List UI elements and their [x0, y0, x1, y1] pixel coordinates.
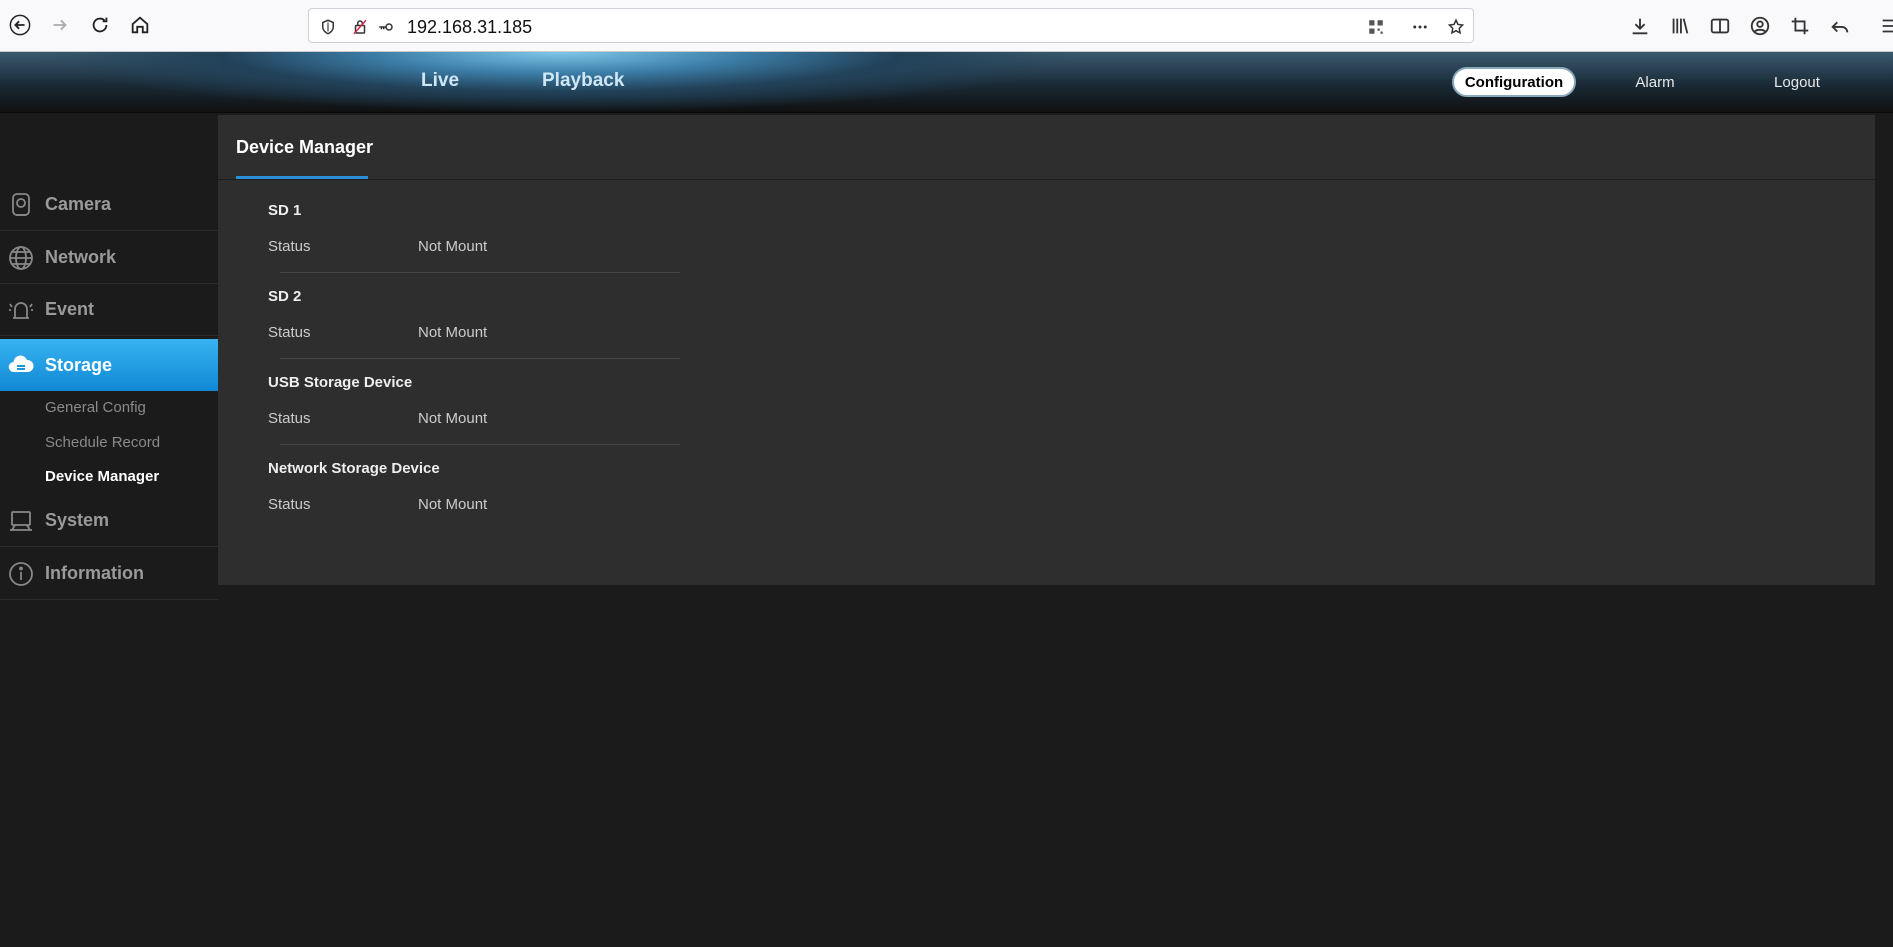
sidebar-item-label: Network	[45, 247, 117, 267]
sidebar-item-storage[interactable]: Storage	[0, 339, 238, 391]
home-button[interactable]	[124, 9, 156, 41]
sidebar: Camera Network Event Storage General Con…	[0, 113, 238, 947]
section-title-network-storage: Network Storage Device	[268, 460, 440, 477]
back-button[interactable]	[4, 9, 36, 41]
network-globe-icon	[6, 243, 36, 273]
tab-live[interactable]: Live	[421, 70, 459, 92]
sidebar-item-label: Event	[45, 299, 95, 319]
sidebar-icon	[1710, 18, 1730, 34]
reload-icon	[92, 17, 108, 33]
tab-playback[interactable]: Playback	[542, 70, 624, 92]
status-value: Not Mount	[418, 410, 488, 427]
sidebar-subitem-general-config[interactable]: General Config	[45, 399, 146, 416]
sidebar-item-network[interactable]: Network	[0, 232, 218, 284]
storage-cloud-icon	[6, 350, 36, 380]
monitor-icon	[6, 506, 36, 536]
sidebar-item-label: Camera	[45, 194, 112, 214]
tab-alarm[interactable]: Alarm	[1620, 67, 1690, 97]
forward-button[interactable]	[44, 9, 76, 41]
sidebar-item-information[interactable]: Information	[0, 548, 218, 600]
shield-icon[interactable]	[317, 16, 339, 38]
sidebar-item-event[interactable]: Event	[0, 284, 218, 336]
forward-arrow-icon	[53, 19, 67, 31]
panel-divider	[218, 179, 1875, 180]
key-icon[interactable]	[375, 16, 397, 38]
library-icon	[1672, 18, 1689, 34]
sidebar-item-system[interactable]: System	[0, 495, 218, 547]
crop-button[interactable]	[1786, 12, 1814, 40]
tab-device-manager[interactable]: Device Manager	[236, 137, 373, 158]
section-title-usb: USB Storage Device	[268, 374, 413, 391]
address-bar[interactable]: 192.168.31.185	[308, 8, 1474, 43]
reload-button[interactable]	[84, 9, 116, 41]
sidebar-subitem-device-manager[interactable]: Device Manager	[45, 468, 159, 485]
section-title-sd2: SD 2	[268, 288, 302, 305]
sidebar-toggle-button[interactable]	[1706, 12, 1734, 40]
status-label: Status	[268, 238, 311, 255]
download-icon	[1632, 18, 1648, 35]
status-value: Not Mount	[418, 496, 488, 513]
more-icon[interactable]	[1409, 16, 1431, 38]
tab-configuration[interactable]: Configuration	[1452, 67, 1576, 97]
section-divider	[280, 272, 680, 273]
logout-button[interactable]: Logout	[1760, 67, 1834, 97]
status-label: Status	[268, 496, 311, 513]
account-button[interactable]	[1746, 12, 1774, 40]
browser-toolbar: 192.168.31.185	[0, 0, 1893, 52]
qr-code-icon[interactable]	[1365, 16, 1387, 38]
section-divider	[280, 444, 680, 445]
info-icon	[6, 559, 36, 589]
sidebar-item-camera[interactable]: Camera	[0, 179, 218, 231]
status-value: Not Mount	[418, 324, 488, 341]
sidebar-item-label: Storage	[45, 354, 113, 375]
section-divider	[280, 358, 680, 359]
home-icon	[131, 16, 149, 34]
sidebar-item-label: Information	[45, 563, 144, 583]
menu-button[interactable]	[1876, 12, 1893, 40]
sidebar-item-label: System	[45, 510, 110, 530]
undo-button[interactable]	[1826, 12, 1854, 40]
insecure-lock-icon[interactable]	[349, 16, 371, 38]
sidebar-subitem-schedule-record[interactable]: Schedule Record	[45, 434, 160, 451]
status-label: Status	[268, 410, 311, 427]
alarm-bell-icon	[6, 295, 36, 325]
star-icon[interactable]	[1445, 16, 1467, 38]
section-title-sd1: SD 1	[268, 202, 302, 219]
download-button[interactable]	[1626, 12, 1654, 40]
undo-icon	[1831, 21, 1849, 33]
hamburger-icon	[1882, 19, 1893, 33]
library-button[interactable]	[1666, 12, 1694, 40]
status-value: Not Mount	[418, 238, 488, 255]
crop-icon	[1791, 17, 1809, 35]
app-header: Live Playback Configuration Alarm Logout	[0, 52, 1893, 113]
back-arrow-icon	[9, 14, 31, 36]
content-panel: Device Manager SD 1 Status Not Mount SD …	[218, 115, 1875, 585]
status-label: Status	[268, 324, 311, 341]
camera-icon	[6, 190, 36, 220]
account-icon	[1750, 16, 1770, 36]
url-text[interactable]: 192.168.31.185	[407, 17, 532, 38]
